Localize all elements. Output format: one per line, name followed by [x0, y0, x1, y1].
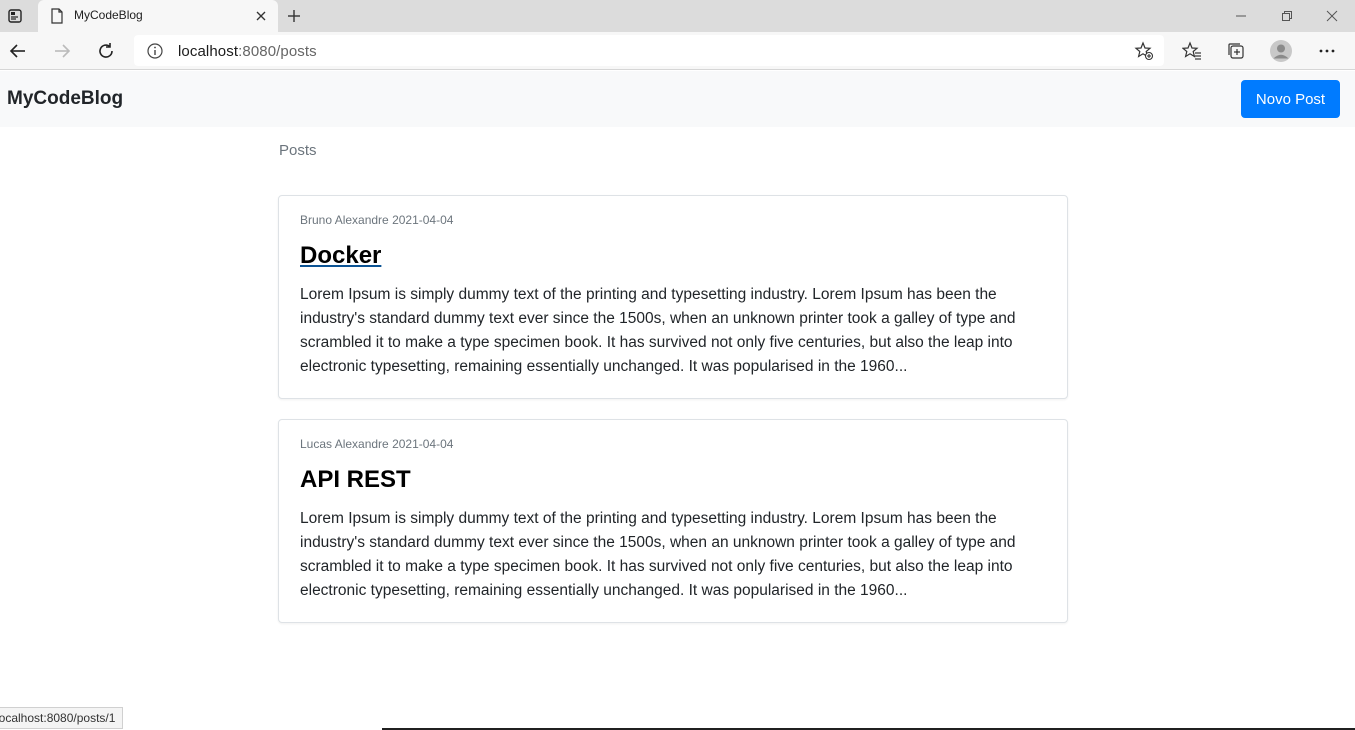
- post-excerpt: Lorem Ipsum is simply dummy text of the …: [300, 510, 1016, 599]
- plus-icon[interactable]: [283, 5, 305, 27]
- profile-icon[interactable]: [1266, 36, 1296, 66]
- post-title-link[interactable]: Docker: [300, 242, 381, 270]
- post-meta: Bruno Alexandre 2021-04-04: [300, 213, 454, 227]
- post-excerpt: Lorem Ipsum is simply dummy text of the …: [300, 286, 1016, 375]
- star-plus-icon[interactable]: [1134, 41, 1154, 61]
- browser-toolbar: localhost:8080/posts: [0, 32, 1355, 70]
- forward-arrow-icon[interactable]: [47, 36, 77, 66]
- post-card: Bruno Alexandre 2021-04-04 Docker Lorem …: [278, 195, 1068, 399]
- tab-actions-icon[interactable]: [0, 0, 30, 32]
- post-title-link[interactable]: API REST: [300, 466, 411, 494]
- close-icon[interactable]: [254, 9, 268, 23]
- site-navbar: MyCodeBlog Novo Post: [0, 71, 1355, 127]
- address-host: localhost: [178, 43, 239, 60]
- browser-tabstrip: MyCodeBlog: [0, 0, 1355, 32]
- post-meta: Lucas Alexandre 2021-04-04: [300, 437, 454, 451]
- collections-icon[interactable]: [1221, 36, 1251, 66]
- more-icon[interactable]: [1312, 36, 1342, 66]
- info-icon[interactable]: [146, 42, 164, 60]
- post-card: Lucas Alexandre 2021-04-04 API REST Lore…: [278, 419, 1068, 623]
- address-path: :8080/posts: [238, 43, 317, 60]
- restore-icon[interactable]: [1264, 0, 1310, 32]
- new-post-button[interactable]: Novo Post: [1241, 80, 1340, 118]
- page-title: Posts: [279, 142, 317, 159]
- brand-link[interactable]: MyCodeBlog: [7, 88, 123, 110]
- refresh-icon[interactable]: [91, 36, 121, 66]
- back-arrow-icon[interactable]: [3, 36, 33, 66]
- favorites-icon[interactable]: [1177, 36, 1207, 66]
- tab-title: MyCodeBlog: [74, 8, 143, 22]
- address-bar[interactable]: localhost:8080/posts: [134, 35, 1164, 66]
- browser-tab[interactable]: MyCodeBlog: [38, 0, 278, 32]
- page-icon: [50, 8, 64, 24]
- minimize-icon[interactable]: [1218, 0, 1264, 32]
- address-text: localhost:8080/posts: [178, 43, 317, 60]
- status-bar-url: localhost:8080/posts/1: [0, 707, 123, 729]
- window-close-icon[interactable]: [1309, 0, 1355, 32]
